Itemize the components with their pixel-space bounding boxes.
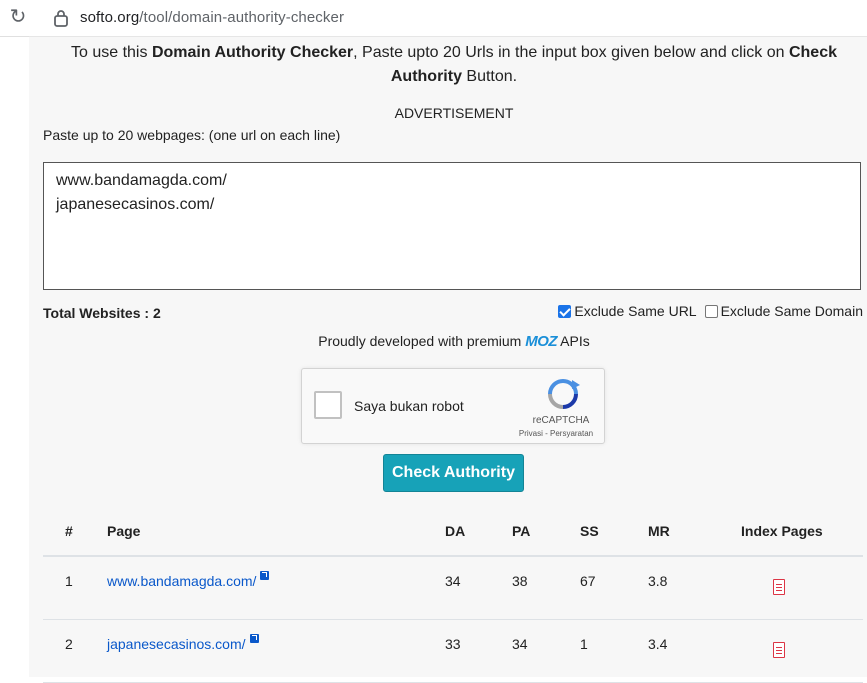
url-field[interactable]: softo.org/tool/domain-authority-checker bbox=[80, 9, 344, 26]
proud-suffix: APIs bbox=[557, 333, 590, 349]
proudly-developed-text: Proudly developed with premium MOZ APIs bbox=[29, 333, 867, 350]
intro-part: , Paste upto 20 Urls in the input box gi… bbox=[353, 44, 789, 61]
row-num: 1 bbox=[65, 573, 73, 589]
recaptcha-links[interactable]: Privasi - Persyaratan bbox=[516, 429, 596, 438]
row-pa: 38 bbox=[512, 573, 528, 589]
paste-label: Paste up to 20 webpages: (one url on eac… bbox=[43, 127, 341, 143]
table-row: 1 www.bandamagda.com/ 34 38 67 3.8 bbox=[43, 557, 863, 620]
header-ss: SS bbox=[580, 523, 599, 539]
exclude-same-domain-option[interactable]: Exclude Same Domain bbox=[704, 303, 863, 319]
moz-logo: MOZ bbox=[525, 333, 558, 350]
external-link-icon[interactable] bbox=[260, 571, 270, 580]
header-index-pages: Index Pages bbox=[741, 523, 823, 539]
header-mr: MR bbox=[648, 523, 670, 539]
exclude-same-url-label: Exclude Same URL bbox=[574, 303, 697, 319]
exclude-same-domain-label: Exclude Same Domain bbox=[720, 303, 863, 319]
row-ss: 67 bbox=[580, 573, 596, 589]
index-pages-document-icon[interactable] bbox=[773, 579, 785, 595]
browser-address-bar: ↻ softo.org/tool/domain-authority-checke… bbox=[0, 0, 867, 36]
row-page-link[interactable]: japanesecasinos.com/ bbox=[107, 636, 246, 652]
external-link-icon[interactable] bbox=[249, 634, 259, 643]
intro-text: To use this Domain Authority Checker, Pa… bbox=[41, 41, 867, 89]
row-da: 34 bbox=[445, 573, 461, 589]
intro-bold-tool-name: Domain Authority Checker bbox=[151, 44, 354, 61]
row-page: www.bandamagda.com/ bbox=[107, 571, 270, 589]
recaptcha-logo-icon bbox=[548, 379, 580, 409]
check-authority-button[interactable]: Check Authority bbox=[383, 454, 524, 492]
textarea-line: japanesecasinos.com/ bbox=[56, 196, 215, 213]
row-page-link[interactable]: www.bandamagda.com/ bbox=[107, 573, 256, 589]
row-da: 33 bbox=[445, 636, 461, 652]
row-mr: 3.8 bbox=[648, 573, 668, 589]
recaptcha-checkbox[interactable] bbox=[314, 391, 342, 419]
row-pa: 34 bbox=[512, 636, 528, 652]
total-websites: Total Websites : 2 bbox=[43, 305, 161, 321]
header-num: # bbox=[65, 523, 73, 539]
row-page: japanesecasinos.com/ bbox=[107, 634, 259, 652]
intro-part: Button. bbox=[461, 68, 518, 85]
row-num: 2 bbox=[65, 636, 73, 652]
exclude-same-domain-checkbox[interactable] bbox=[704, 304, 718, 318]
header-da: DA bbox=[445, 523, 466, 539]
reload-icon[interactable]: ↻ bbox=[8, 7, 28, 27]
advertisement-label: ADVERTISEMENT bbox=[394, 105, 514, 121]
textarea-line: www.bandamagda.com/ bbox=[56, 172, 227, 189]
left-gutter bbox=[0, 36, 29, 677]
exclude-same-url-checkbox[interactable] bbox=[558, 304, 572, 318]
table-row: 2 japanesecasinos.com/ 33 34 1 3.4 bbox=[43, 620, 863, 683]
proud-prefix: Proudly developed with premium bbox=[318, 333, 526, 349]
header-pa: PA bbox=[512, 523, 531, 539]
row-mr: 3.4 bbox=[648, 636, 668, 652]
header-page: Page bbox=[107, 523, 141, 539]
row-ss: 1 bbox=[580, 636, 588, 652]
index-pages-document-icon[interactable] bbox=[773, 642, 785, 658]
tool-page: To use this Domain Authority Checker, Pa… bbox=[29, 36, 867, 683]
table-header: # Page DA PA SS MR Index Pages bbox=[43, 509, 863, 557]
url-textarea[interactable]: www.bandamagda.com/ japanesecasinos.com/ bbox=[43, 162, 861, 290]
results-table: # Page DA PA SS MR Index Pages 1 www.ban… bbox=[43, 509, 863, 683]
recaptcha-widget: Saya bukan robot reCAPTCHA Privasi - Per… bbox=[301, 368, 605, 444]
url-domain: softo.org bbox=[80, 9, 140, 26]
exclude-same-url-option[interactable]: Exclude Same URL bbox=[558, 303, 697, 319]
recaptcha-label: Saya bukan robot bbox=[354, 398, 464, 414]
recaptcha-brand: reCAPTCHA bbox=[532, 415, 590, 426]
intro-part: To use this bbox=[71, 44, 152, 61]
lock-icon[interactable] bbox=[53, 9, 69, 27]
url-path: /tool/domain-authority-checker bbox=[139, 9, 345, 26]
exclude-options: Exclude Same URL Exclude Same Domain bbox=[550, 303, 863, 319]
